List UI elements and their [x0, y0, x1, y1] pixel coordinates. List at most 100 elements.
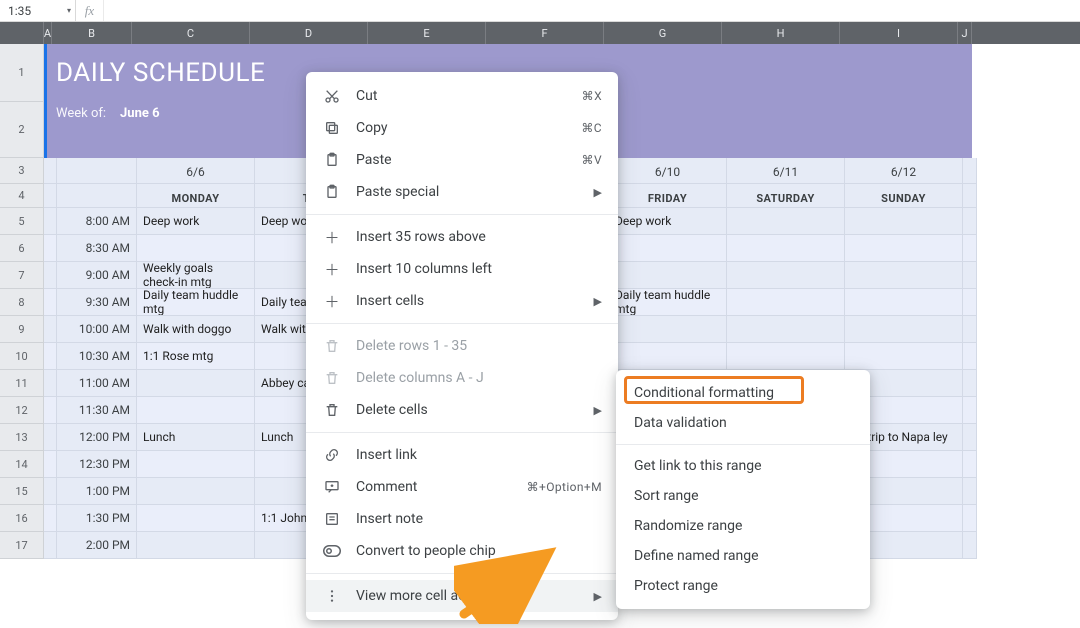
day-header-dow[interactable]: SUNDAY [845, 184, 963, 208]
menu-item-delete-cells[interactable]: Delete cells ▶ [306, 394, 618, 426]
time-cell[interactable]: 1:30 PM [57, 505, 137, 532]
schedule-cell[interactable]: Lunch [137, 424, 255, 451]
submenu-item-data-validation[interactable]: Data validation [616, 408, 870, 438]
schedule-cell[interactable] [963, 208, 977, 235]
schedule-cell[interactable] [963, 316, 977, 343]
schedule-cell[interactable]: Deep work [609, 208, 727, 235]
schedule-cell[interactable] [727, 316, 845, 343]
menu-item-delete-rows[interactable]: Delete rows 1 - 35 [306, 330, 618, 362]
schedule-cell[interactable] [44, 397, 57, 424]
row-header[interactable]: 7 [0, 262, 44, 289]
time-cell[interactable]: 11:30 AM [57, 397, 137, 424]
menu-item-delete-cols[interactable]: Delete columns A - J [306, 362, 618, 394]
row-header[interactable]: 9 [0, 316, 44, 343]
time-cell[interactable]: 2:00 PM [57, 532, 137, 559]
submenu-item-named-range[interactable]: Define named range [616, 541, 870, 571]
time-column-header[interactable] [57, 158, 137, 184]
schedule-cell[interactable] [44, 424, 57, 451]
schedule-cell[interactable] [963, 262, 977, 289]
time-cell[interactable]: 8:30 AM [57, 235, 137, 262]
schedule-cell[interactable] [727, 262, 845, 289]
schedule-cell[interactable] [963, 289, 977, 316]
row-header[interactable]: 14 [0, 451, 44, 478]
column-header[interactable]: A [44, 22, 52, 44]
row-header[interactable]: 6 [0, 235, 44, 262]
time-cell[interactable]: 9:30 AM [57, 289, 137, 316]
time-cell[interactable]: 10:30 AM [57, 343, 137, 370]
schedule-cell[interactable] [963, 235, 977, 262]
schedule-cell[interactable]: Weekly goals check-in mtg [137, 262, 255, 289]
schedule-cell[interactable] [137, 451, 255, 478]
schedule-cell[interactable] [845, 316, 963, 343]
day-header-dow[interactable]: MONDAY [137, 184, 255, 208]
row-header[interactable]: 2 [0, 102, 44, 158]
schedule-cell[interactable]: Daily team huddle mtg [137, 289, 255, 316]
schedule-cell[interactable]: Daily team huddle mtg [609, 289, 727, 316]
submenu-item-get-link[interactable]: Get link to this range [616, 451, 870, 481]
schedule-cell[interactable] [963, 370, 977, 397]
row-header[interactable]: 3 [0, 158, 44, 184]
column-header[interactable]: I [840, 22, 958, 44]
column-header[interactable]: H [722, 22, 840, 44]
schedule-cell[interactable] [137, 370, 255, 397]
schedule-cell[interactable] [44, 289, 57, 316]
column-header[interactable]: G [604, 22, 722, 44]
submenu-item-sort-range[interactable]: Sort range [616, 481, 870, 511]
row-header[interactable]: 1 [0, 44, 44, 102]
menu-item-insert-cells[interactable]: ＋ Insert cells ▶ [306, 285, 618, 317]
schedule-cell[interactable] [137, 505, 255, 532]
menu-item-people-chip[interactable]: Convert to people chip [306, 535, 618, 567]
column-header[interactable]: E [368, 22, 486, 44]
time-cell[interactable]: 12:30 PM [57, 451, 137, 478]
schedule-cell[interactable] [609, 343, 727, 370]
day-header-dow[interactable]: SATURDAY [727, 184, 845, 208]
formula-input[interactable] [104, 0, 1080, 21]
row-header[interactable]: 10 [0, 343, 44, 370]
time-cell[interactable]: 9:00 AM [57, 262, 137, 289]
time-column-header[interactable] [57, 184, 137, 208]
name-box[interactable]: 1:35 ▾ [0, 0, 76, 22]
time-cell[interactable]: 10:00 AM [57, 316, 137, 343]
schedule-cell[interactable]: Deep work [137, 208, 255, 235]
schedule-cell[interactable] [44, 316, 57, 343]
cell[interactable] [963, 184, 977, 208]
row-header[interactable]: 4 [0, 184, 44, 208]
time-cell[interactable]: 11:00 AM [57, 370, 137, 397]
schedule-cell[interactable] [137, 397, 255, 424]
row-header[interactable]: 16 [0, 505, 44, 532]
cell[interactable] [963, 158, 977, 184]
schedule-cell[interactable] [137, 532, 255, 559]
menu-item-paste[interactable]: Paste ⌘V [306, 144, 618, 176]
schedule-cell[interactable]: Walk with doggo [137, 316, 255, 343]
schedule-cell[interactable] [963, 532, 977, 559]
schedule-cell[interactable] [44, 208, 57, 235]
menu-item-insert-link[interactable]: Insert link [306, 439, 618, 471]
schedule-cell[interactable] [845, 235, 963, 262]
name-box-dropdown-icon[interactable]: ▾ [67, 7, 71, 15]
menu-item-paste-special[interactable]: Paste special ▶ [306, 176, 618, 208]
time-cell[interactable]: 1:00 PM [57, 478, 137, 505]
menu-item-comment[interactable]: Comment ⌘+Option+M [306, 471, 618, 503]
schedule-cell[interactable] [727, 235, 845, 262]
time-cell[interactable]: 8:00 AM [57, 208, 137, 235]
spacer-cell[interactable] [44, 184, 57, 208]
schedule-cell[interactable] [727, 289, 845, 316]
schedule-cell[interactable] [44, 343, 57, 370]
menu-item-copy[interactable]: Copy ⌘C [306, 112, 618, 144]
row-header[interactable]: 13 [0, 424, 44, 451]
row-header[interactable]: 15 [0, 478, 44, 505]
row-header[interactable]: 11 [0, 370, 44, 397]
schedule-cell[interactable]: 1:1 Rose mtg [137, 343, 255, 370]
day-header-date[interactable]: 6/12 [845, 158, 963, 184]
schedule-cell[interactable] [44, 370, 57, 397]
day-header-dow[interactable]: FRIDAY [609, 184, 727, 208]
submenu-item-conditional-formatting[interactable]: Conditional formatting [616, 378, 870, 408]
menu-item-insert-note[interactable]: Insert note [306, 503, 618, 535]
spacer-cell[interactable] [44, 158, 57, 184]
row-header[interactable]: 5 [0, 208, 44, 235]
schedule-cell[interactable] [963, 397, 977, 424]
schedule-cell[interactable] [44, 235, 57, 262]
schedule-cell[interactable] [727, 208, 845, 235]
select-all-corner[interactable] [0, 22, 44, 44]
menu-item-cut[interactable]: Cut ⌘X [306, 80, 618, 112]
